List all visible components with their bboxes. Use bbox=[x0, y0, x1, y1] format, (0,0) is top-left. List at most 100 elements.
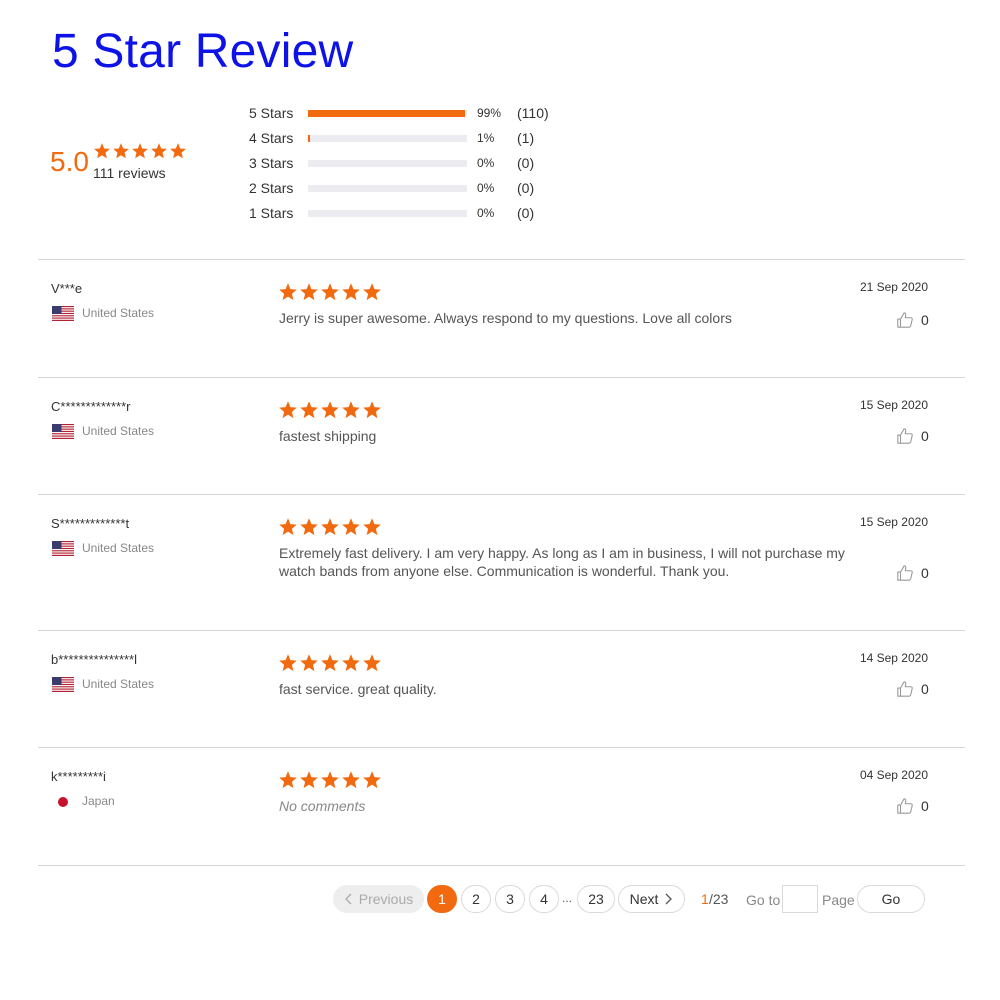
page-button-last[interactable]: 23 bbox=[577, 885, 615, 913]
average-stars bbox=[93, 142, 187, 160]
histogram-percent: 0% bbox=[477, 156, 495, 170]
page-button-1[interactable]: 1 bbox=[427, 885, 457, 913]
like-count: 0 bbox=[921, 565, 929, 581]
reviewer-name: S*************t bbox=[51, 516, 130, 531]
review-item: V***e United States Jerry is super aweso… bbox=[38, 259, 965, 376]
review-item: C*************r United States fastest sh… bbox=[38, 377, 965, 494]
page-button-2[interactable]: 2 bbox=[461, 885, 491, 913]
page-label: Page bbox=[822, 892, 855, 908]
like-count: 0 bbox=[921, 428, 929, 444]
thumbs-up-icon bbox=[897, 798, 913, 814]
histogram-count: (0) bbox=[517, 155, 535, 171]
jp-flag-icon bbox=[58, 797, 68, 807]
histogram-count: (110) bbox=[517, 105, 549, 121]
like-button[interactable]: 0 bbox=[896, 427, 936, 447]
review-date: 15 Sep 2020 bbox=[859, 515, 928, 529]
star-icon bbox=[300, 771, 318, 789]
star-icon bbox=[300, 401, 318, 419]
review-date: 15 Sep 2020 bbox=[859, 398, 928, 412]
reviewer-name: V***e bbox=[51, 281, 83, 296]
star-icon bbox=[170, 143, 186, 159]
histogram-percent: 99% bbox=[477, 106, 502, 120]
histogram-bar-fill bbox=[308, 135, 310, 142]
star-icon bbox=[94, 143, 110, 159]
pagination: Previous 1 2 3 4 ... 23 Next 1 /23 Go to… bbox=[0, 885, 1000, 915]
star-icon bbox=[342, 771, 360, 789]
like-count: 0 bbox=[921, 312, 929, 328]
like-button[interactable]: 0 bbox=[896, 564, 936, 584]
histogram-bar-fill bbox=[308, 110, 466, 117]
us-flag-icon bbox=[52, 541, 74, 556]
reviewer-country: United States bbox=[82, 424, 155, 438]
star-icon bbox=[363, 401, 381, 419]
star-icon bbox=[279, 771, 297, 789]
reviewer-name: C*************r bbox=[51, 399, 131, 414]
review-text: No comments bbox=[279, 798, 366, 814]
go-button[interactable]: Go bbox=[857, 885, 925, 913]
histogram-count: (0) bbox=[517, 205, 535, 221]
page-button-3[interactable]: 3 bbox=[495, 885, 525, 913]
star-icon bbox=[300, 654, 318, 672]
chevron-left-icon bbox=[344, 893, 352, 905]
star-icon bbox=[342, 654, 360, 672]
divider bbox=[38, 747, 965, 748]
reviewer-country: United States bbox=[82, 306, 155, 320]
reviewer-country: United States bbox=[82, 541, 155, 555]
like-count: 0 bbox=[921, 681, 929, 697]
histogram-bar bbox=[308, 185, 467, 192]
histogram-row[interactable]: 4 Stars 1% (1) bbox=[249, 129, 569, 147]
review-date: 14 Sep 2020 bbox=[859, 651, 928, 665]
star-icon bbox=[363, 654, 381, 672]
thumbs-up-icon bbox=[897, 312, 913, 328]
star-icon bbox=[279, 283, 297, 301]
star-icon bbox=[342, 283, 360, 301]
us-flag-icon bbox=[52, 677, 74, 692]
star-icon bbox=[113, 143, 129, 159]
goto-page-input[interactable] bbox=[782, 885, 818, 913]
histogram-bar bbox=[308, 110, 467, 117]
histogram-count: (1) bbox=[517, 130, 535, 146]
star-icon bbox=[321, 518, 339, 536]
thumbs-up-icon bbox=[897, 565, 913, 581]
like-count: 0 bbox=[921, 798, 929, 814]
histogram-row[interactable]: 5 Stars 99% (110) bbox=[249, 104, 569, 122]
review-stars bbox=[278, 770, 382, 790]
histogram-bar bbox=[308, 135, 467, 142]
star-icon bbox=[321, 283, 339, 301]
like-button[interactable]: 0 bbox=[896, 680, 936, 700]
divider bbox=[38, 377, 965, 378]
star-icon bbox=[321, 401, 339, 419]
like-button[interactable]: 0 bbox=[896, 797, 936, 817]
review-item: k*********i Japan No comments 04 Sep 202… bbox=[38, 747, 965, 864]
next-button[interactable]: Next bbox=[618, 885, 685, 913]
star-icon bbox=[363, 771, 381, 789]
previous-button[interactable]: Previous bbox=[333, 885, 424, 913]
star-icon bbox=[300, 283, 318, 301]
thumbs-up-icon bbox=[897, 681, 913, 697]
star-icon bbox=[342, 518, 360, 536]
review-stars bbox=[278, 400, 382, 420]
histogram-row[interactable]: 3 Stars 0% (0) bbox=[249, 154, 569, 172]
like-button[interactable]: 0 bbox=[896, 311, 936, 331]
average-score: 5.0 bbox=[50, 146, 89, 177]
star-icon bbox=[342, 401, 360, 419]
review-text: Jerry is super awesome. Always respond t… bbox=[279, 310, 732, 326]
histogram-bar bbox=[308, 210, 467, 217]
histogram-star-label: 5 Stars bbox=[249, 105, 294, 121]
us-flag-icon bbox=[52, 306, 74, 321]
next-label: Next bbox=[629, 891, 659, 907]
reviewer-country: United States bbox=[82, 677, 155, 691]
histogram-star-label: 4 Stars bbox=[249, 130, 294, 146]
histogram-percent: 0% bbox=[477, 206, 495, 220]
page-button-4[interactable]: 4 bbox=[529, 885, 559, 913]
histogram-bar bbox=[308, 160, 467, 167]
histogram-count: (0) bbox=[517, 180, 535, 196]
histogram-row[interactable]: 1 Stars 0% (0) bbox=[249, 204, 569, 222]
review-item: b***************l United States fast ser… bbox=[38, 630, 965, 747]
star-icon bbox=[363, 518, 381, 536]
goto-label: Go to bbox=[746, 892, 781, 908]
star-icon bbox=[279, 401, 297, 419]
histogram-row[interactable]: 2 Stars 0% (0) bbox=[249, 179, 569, 197]
review-stars bbox=[278, 653, 382, 673]
rating-summary: 5.0 111 reviews bbox=[50, 142, 220, 182]
